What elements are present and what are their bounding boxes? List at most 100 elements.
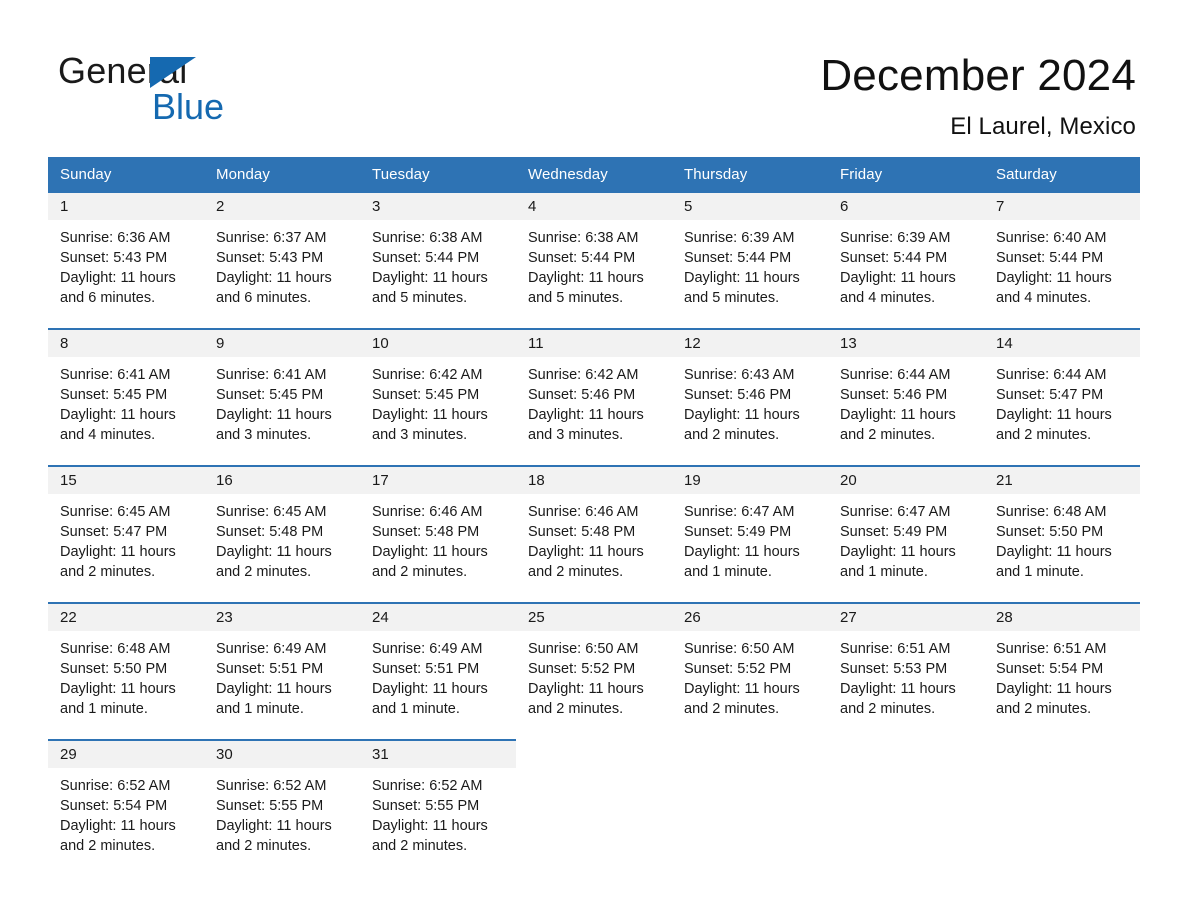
calendar-day-cell[interactable]: 11 Sunrise: 6:42 AM Sunset: 5:46 PM Dayligh…: [516, 328, 672, 466]
sunrise-text: Sunrise: 6:50 AM: [528, 641, 639, 657]
daylight-text-line1: Daylight: 11 hours: [60, 407, 176, 423]
daylight-text-line2: and 2 minutes.: [60, 838, 156, 854]
sunset-text: Sunset: 5:55 PM: [372, 798, 480, 814]
calendar-day-cell[interactable]: 4 Sunrise: 6:38 AM Sunset: 5:44 PM Daylight…: [516, 191, 672, 329]
calendar-day-cell[interactable]: 8 Sunrise: 6:41 AM Sunset: 5:45 PM Daylight…: [48, 328, 204, 466]
day-number: 29: [48, 741, 204, 768]
daylight-text-line1: Daylight: 11 hours: [684, 407, 800, 423]
sunset-text: Sunset: 5:52 PM: [684, 661, 792, 677]
daylight-text-line2: and 3 minutes.: [372, 427, 468, 443]
daylight-text-line1: Daylight: 11 hours: [216, 544, 332, 560]
day-cell-body: Sunrise: 6:51 AM Sunset: 5:53 PM Daylight:…: [828, 631, 984, 739]
daylight-text-line1: Daylight: 11 hours: [216, 270, 332, 286]
calendar-empty-cell: [672, 739, 828, 876]
day-cell-body: Sunrise: 6:48 AM Sunset: 5:50 PM Daylight:…: [48, 631, 204, 739]
calendar-day-cell[interactable]: 12 Sunrise: 6:43 AM Sunset: 5:46 PM Dayligh…: [672, 328, 828, 466]
daylight-text-line2: and 1 minute.: [372, 701, 460, 717]
calendar-day-cell[interactable]: 3 Sunrise: 6:38 AM Sunset: 5:44 PM Daylight…: [360, 191, 516, 329]
calendar-day-cell[interactable]: 5 Sunrise: 6:39 AM Sunset: 5:44 PM Daylight…: [672, 191, 828, 329]
calendar-day-cell[interactable]: 16 Sunrise: 6:45 AM Sunset: 5:48 PM Dayligh…: [204, 465, 360, 603]
sunset-text: Sunset: 5:51 PM: [216, 661, 324, 677]
day-number: 30: [204, 741, 360, 768]
sunrise-text: Sunrise: 6:38 AM: [528, 230, 639, 246]
calendar-table: Sunday Monday Tuesday Wednesday Thursday…: [48, 157, 1140, 876]
day-number: 9: [204, 330, 360, 357]
sunset-text: Sunset: 5:43 PM: [60, 250, 168, 266]
daylight-text-line1: Daylight: 11 hours: [372, 544, 488, 560]
day-number: 10: [360, 330, 516, 357]
day-number: 21: [984, 467, 1140, 494]
calendar-day-cell[interactable]: 25 Sunrise: 6:50 AM Sunset: 5:52 PM Dayligh…: [516, 602, 672, 740]
daylight-text-line2: and 1 minute.: [60, 701, 148, 717]
daylight-text-line1: Daylight: 11 hours: [216, 407, 332, 423]
daylight-text-line1: Daylight: 11 hours: [60, 270, 176, 286]
calendar-day-cell[interactable]: 14 Sunrise: 6:44 AM Sunset: 5:47 PM Dayligh…: [984, 328, 1140, 466]
sunset-text: Sunset: 5:47 PM: [60, 524, 168, 540]
daylight-text-line2: and 2 minutes.: [60, 564, 156, 580]
day-cell-body: Sunrise: 6:48 AM Sunset: 5:50 PM Daylight:…: [984, 494, 1140, 602]
sunrise-text: Sunrise: 6:49 AM: [216, 641, 327, 657]
calendar-day-cell[interactable]: 15 Sunrise: 6:45 AM Sunset: 5:47 PM Dayligh…: [48, 465, 204, 603]
calendar-day-cell[interactable]: 24 Sunrise: 6:49 AM Sunset: 5:51 PM Dayligh…: [360, 602, 516, 740]
daylight-text-line2: and 2 minutes.: [528, 701, 624, 717]
daylight-text-line1: Daylight: 11 hours: [372, 270, 488, 286]
day-cell-body: Sunrise: 6:50 AM Sunset: 5:52 PM Daylight:…: [516, 631, 672, 739]
sunset-text: Sunset: 5:50 PM: [996, 524, 1104, 540]
daylight-text-line1: Daylight: 11 hours: [528, 407, 644, 423]
calendar-day-cell[interactable]: 17 Sunrise: 6:46 AM Sunset: 5:48 PM Dayligh…: [360, 465, 516, 603]
day-number: 18: [516, 467, 672, 494]
sunrise-text: Sunrise: 6:42 AM: [372, 367, 483, 383]
day-number: 24: [360, 604, 516, 631]
calendar-page: General Blue December 2024 El Laurel, Me…: [0, 0, 1188, 918]
calendar-day-cell[interactable]: 9 Sunrise: 6:41 AM Sunset: 5:45 PM Daylight…: [204, 328, 360, 466]
calendar-day-cell[interactable]: 31 Sunrise: 6:52 AM Sunset: 5:55 PM Dayligh…: [360, 739, 516, 876]
day-number: 20: [828, 467, 984, 494]
calendar-day-cell[interactable]: 30 Sunrise: 6:52 AM Sunset: 5:55 PM Dayligh…: [204, 739, 360, 876]
calendar-day-cell[interactable]: 21 Sunrise: 6:48 AM Sunset: 5:50 PM Dayligh…: [984, 465, 1140, 603]
day-number: 17: [360, 467, 516, 494]
daylight-text-line1: Daylight: 11 hours: [996, 407, 1112, 423]
calendar-day-cell[interactable]: 13 Sunrise: 6:44 AM Sunset: 5:46 PM Dayligh…: [828, 328, 984, 466]
calendar-day-cell[interactable]: 26 Sunrise: 6:50 AM Sunset: 5:52 PM Dayligh…: [672, 602, 828, 740]
calendar-grid: Sunday Monday Tuesday Wednesday Thursday…: [48, 157, 1140, 876]
calendar-day-cell[interactable]: 27 Sunrise: 6:51 AM Sunset: 5:53 PM Dayligh…: [828, 602, 984, 740]
sunrise-text: Sunrise: 6:45 AM: [60, 504, 171, 520]
calendar-week-row: 15 Sunrise: 6:45 AM Sunset: 5:47 PM Dayligh…: [48, 465, 1140, 603]
calendar-day-cell[interactable]: 28 Sunrise: 6:51 AM Sunset: 5:54 PM Dayligh…: [984, 602, 1140, 740]
calendar-day-cell[interactable]: 20 Sunrise: 6:47 AM Sunset: 5:49 PM Dayligh…: [828, 465, 984, 603]
calendar-week-row: 29 Sunrise: 6:52 AM Sunset: 5:54 PM Dayligh…: [48, 739, 1140, 876]
calendar-day-cell[interactable]: 23 Sunrise: 6:49 AM Sunset: 5:51 PM Dayligh…: [204, 602, 360, 740]
sunrise-text: Sunrise: 6:52 AM: [60, 778, 171, 794]
calendar-day-cell[interactable]: 19 Sunrise: 6:47 AM Sunset: 5:49 PM Dayligh…: [672, 465, 828, 603]
brand-logo[interactable]: General Blue: [58, 52, 378, 132]
calendar-day-cell[interactable]: 6 Sunrise: 6:39 AM Sunset: 5:44 PM Daylight…: [828, 191, 984, 329]
weekday-header-sunday: Sunday: [48, 157, 204, 192]
day-number: 2: [204, 193, 360, 220]
sunset-text: Sunset: 5:48 PM: [372, 524, 480, 540]
page-subtitle: El Laurel, Mexico: [950, 113, 1136, 140]
sunset-text: Sunset: 5:45 PM: [372, 387, 480, 403]
sunset-text: Sunset: 5:49 PM: [684, 524, 792, 540]
calendar-day-cell[interactable]: 2 Sunrise: 6:37 AM Sunset: 5:43 PM Daylight…: [204, 191, 360, 329]
sunset-text: Sunset: 5:43 PM: [216, 250, 324, 266]
sunrise-text: Sunrise: 6:39 AM: [684, 230, 795, 246]
daylight-text-line2: and 4 minutes.: [996, 290, 1092, 306]
weekday-header-friday: Friday: [828, 157, 984, 192]
page-title: December 2024: [820, 51, 1136, 100]
calendar-day-cell[interactable]: 29 Sunrise: 6:52 AM Sunset: 5:54 PM Dayligh…: [48, 739, 204, 876]
daylight-text-line1: Daylight: 11 hours: [372, 681, 488, 697]
calendar-day-cell[interactable]: 10 Sunrise: 6:42 AM Sunset: 5:45 PM Dayligh…: [360, 328, 516, 466]
day-cell-body: Sunrise: 6:42 AM Sunset: 5:46 PM Daylight:…: [516, 357, 672, 465]
calendar-day-cell[interactable]: 1 Sunrise: 6:36 AM Sunset: 5:43 PM Daylight…: [48, 191, 204, 329]
daylight-text-line2: and 4 minutes.: [60, 427, 156, 443]
sunset-text: Sunset: 5:46 PM: [840, 387, 948, 403]
sunrise-text: Sunrise: 6:49 AM: [372, 641, 483, 657]
calendar-day-cell[interactable]: 18 Sunrise: 6:46 AM Sunset: 5:48 PM Dayligh…: [516, 465, 672, 603]
sunrise-text: Sunrise: 6:46 AM: [528, 504, 639, 520]
day-number: [828, 741, 984, 768]
sunset-text: Sunset: 5:55 PM: [216, 798, 324, 814]
day-cell-body: Sunrise: 6:37 AM Sunset: 5:43 PM Daylight:…: [204, 220, 360, 328]
calendar-day-cell[interactable]: 7 Sunrise: 6:40 AM Sunset: 5:44 PM Daylight…: [984, 191, 1140, 329]
daylight-text-line1: Daylight: 11 hours: [216, 818, 332, 834]
calendar-day-cell[interactable]: 22 Sunrise: 6:48 AM Sunset: 5:50 PM Dayligh…: [48, 602, 204, 740]
